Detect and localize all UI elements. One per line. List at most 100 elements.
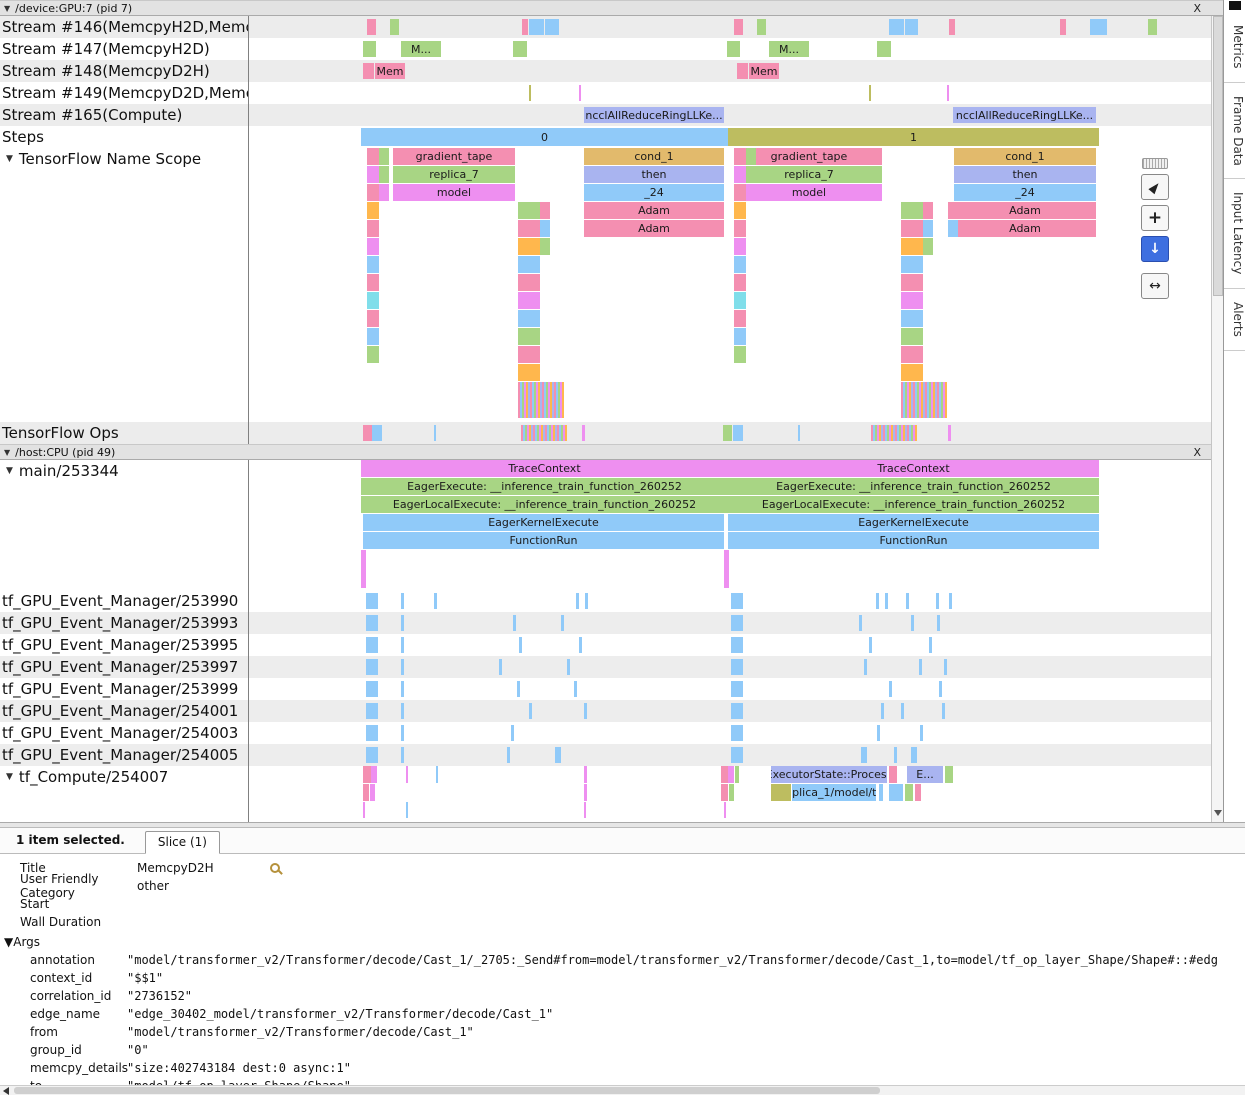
collapse-arrow-icon[interactable]: ▼ bbox=[4, 448, 10, 457]
trace-event-cond-1[interactable]: cond_1 bbox=[584, 148, 724, 165]
trace-event[interactable] bbox=[923, 220, 933, 237]
trace-event[interactable] bbox=[731, 725, 743, 741]
trace-event[interactable] bbox=[406, 802, 408, 818]
scroll-down-button[interactable] bbox=[1212, 806, 1223, 820]
trace-event[interactable] bbox=[366, 703, 378, 719]
trace-event[interactable] bbox=[367, 310, 379, 327]
trace-event[interactable] bbox=[746, 184, 756, 201]
trace-event[interactable] bbox=[734, 166, 746, 183]
trace-event[interactable] bbox=[576, 593, 579, 609]
trace-event[interactable] bbox=[727, 41, 740, 57]
trace-event[interactable] bbox=[905, 784, 913, 801]
trace-event[interactable] bbox=[366, 593, 378, 609]
trace-event[interactable] bbox=[879, 784, 883, 801]
trace-event[interactable] bbox=[434, 593, 437, 609]
side-tab-metrics[interactable]: Metrics bbox=[1224, 12, 1245, 83]
trace-event[interactable] bbox=[949, 19, 955, 35]
trace-event[interactable] bbox=[729, 784, 734, 801]
trace-event[interactable] bbox=[901, 310, 923, 327]
trace-event[interactable] bbox=[379, 184, 389, 201]
trace-event[interactable] bbox=[1090, 19, 1107, 35]
trace-event-then[interactable]: then bbox=[584, 166, 724, 183]
trace-event[interactable] bbox=[574, 681, 577, 697]
trace-event[interactable] bbox=[518, 292, 540, 309]
trace-event-then[interactable]: then bbox=[954, 166, 1096, 183]
trace-event[interactable] bbox=[529, 85, 531, 101]
trace-event[interactable] bbox=[366, 681, 378, 697]
trace-event[interactable] bbox=[518, 274, 540, 291]
trace-event-24[interactable]: _24 bbox=[584, 184, 724, 201]
trace-event[interactable] bbox=[721, 784, 728, 801]
timing-tool-button[interactable]: ↔ bbox=[1141, 273, 1169, 299]
trace-event[interactable] bbox=[889, 784, 903, 801]
trace-event[interactable] bbox=[584, 703, 587, 719]
trace-event-eagerkernelexecute[interactable]: EagerKernelExecute bbox=[363, 514, 724, 531]
trace-event[interactable] bbox=[901, 274, 923, 291]
trace-event-eagerexecute-inference-train-function-260252[interactable]: EagerExecute: __inference_train_function… bbox=[361, 478, 728, 495]
args-section-header[interactable]: ▼Args bbox=[0, 933, 1245, 951]
trace-event[interactable] bbox=[901, 328, 923, 345]
trace-event[interactable] bbox=[757, 19, 766, 35]
trace-event[interactable] bbox=[390, 19, 399, 35]
trace-event-tracecontext[interactable]: TraceContext bbox=[361, 460, 728, 477]
collapse-arrow-icon[interactable]: ▼ bbox=[6, 772, 13, 782]
trace-event[interactable] bbox=[517, 681, 520, 697]
trace-event[interactable] bbox=[511, 725, 514, 741]
trace-event[interactable] bbox=[724, 550, 729, 588]
trace-event[interactable] bbox=[911, 615, 914, 631]
trace-event[interactable] bbox=[518, 328, 540, 345]
trace-event[interactable] bbox=[401, 703, 404, 719]
trace-event[interactable] bbox=[734, 310, 746, 327]
vertical-scrollbar-thumb[interactable] bbox=[1213, 16, 1223, 296]
trace-event[interactable] bbox=[734, 238, 746, 255]
trace-event[interactable] bbox=[936, 593, 939, 609]
trace-event[interactable] bbox=[366, 725, 378, 741]
trace-event[interactable] bbox=[920, 725, 923, 741]
trace-event[interactable] bbox=[363, 41, 376, 57]
trace-event[interactable] bbox=[367, 328, 379, 345]
trace-event-adam[interactable]: Adam bbox=[954, 220, 1096, 237]
trace-event[interactable] bbox=[513, 615, 516, 631]
trace-event[interactable] bbox=[734, 346, 746, 363]
trace-event-model[interactable]: model bbox=[736, 184, 882, 201]
trace-event[interactable] bbox=[877, 725, 880, 741]
trace-event[interactable] bbox=[518, 310, 540, 327]
trace-event[interactable] bbox=[584, 766, 587, 783]
trace-event[interactable] bbox=[363, 63, 374, 79]
trace-event[interactable] bbox=[540, 220, 550, 237]
trace-event[interactable] bbox=[1060, 19, 1066, 35]
row-label-main-253344[interactable]: ▼main/253344 bbox=[0, 460, 248, 590]
trace-event[interactable] bbox=[367, 184, 379, 201]
row-label-name-scope[interactable]: ▼TensorFlow Name Scope bbox=[0, 148, 248, 422]
trace-event[interactable] bbox=[363, 802, 365, 818]
palette-grip-handle[interactable] bbox=[1142, 158, 1168, 169]
trace-event[interactable] bbox=[367, 148, 379, 165]
trace-event[interactable] bbox=[737, 63, 748, 79]
trace-event[interactable] bbox=[518, 364, 540, 381]
trace-event[interactable] bbox=[929, 637, 932, 653]
trace-event-adam[interactable]: Adam bbox=[954, 202, 1096, 219]
zoom-tool-button[interactable]: ↓ bbox=[1141, 236, 1169, 262]
trace-event[interactable] bbox=[859, 615, 862, 631]
trace-event[interactable] bbox=[518, 346, 540, 363]
side-tab-alerts[interactable]: Alerts bbox=[1224, 289, 1245, 351]
trace-event[interactable] bbox=[735, 766, 739, 783]
trace-event[interactable] bbox=[721, 766, 728, 783]
trace-event[interactable] bbox=[861, 747, 867, 763]
vertical-scrollbar[interactable] bbox=[1211, 16, 1223, 822]
trace-event[interactable] bbox=[366, 637, 378, 653]
trace-event[interactable] bbox=[401, 637, 404, 653]
trace-event[interactable] bbox=[901, 292, 923, 309]
trace-event[interactable] bbox=[371, 766, 377, 783]
trace-event[interactable] bbox=[401, 593, 404, 609]
trace-event[interactable] bbox=[734, 220, 746, 237]
trace-event-adam[interactable]: Adam bbox=[584, 202, 724, 219]
trace-event[interactable] bbox=[436, 766, 438, 783]
trace-event[interactable] bbox=[555, 747, 561, 763]
trace-event[interactable] bbox=[905, 19, 918, 35]
trace-event-functionrun[interactable]: FunctionRun bbox=[363, 532, 724, 549]
trace-event[interactable] bbox=[731, 615, 743, 631]
trace-event[interactable] bbox=[731, 659, 743, 675]
trace-event[interactable] bbox=[499, 659, 502, 675]
trace-event[interactable] bbox=[567, 659, 570, 675]
